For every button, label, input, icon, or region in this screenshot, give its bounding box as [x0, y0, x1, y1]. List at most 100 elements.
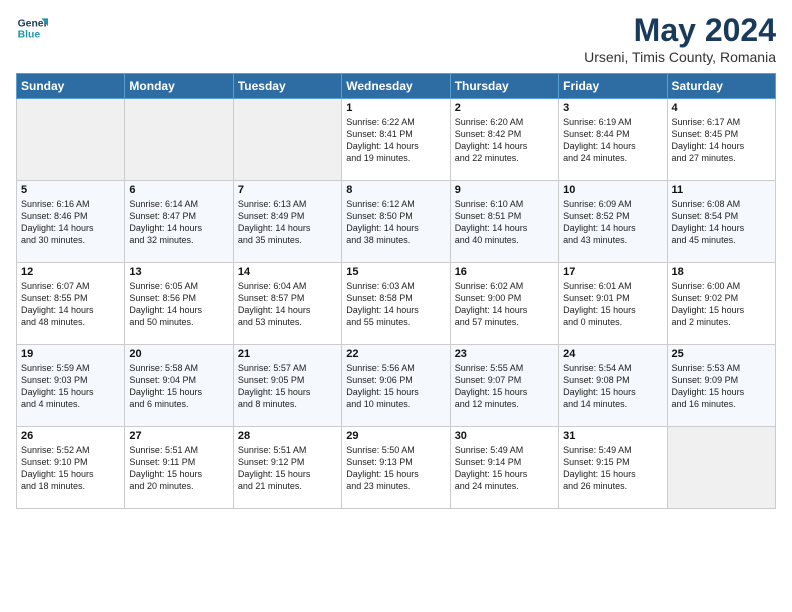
day-cell	[667, 427, 775, 509]
day-cell: 28 Sunrise: 5:51 AM Sunset: 9:12 PM Dayli…	[233, 427, 341, 509]
day-info: Sunrise: 6:12 AM Sunset: 8:50 PM Dayligh…	[346, 198, 445, 247]
day-number: 29	[346, 430, 445, 442]
day-info: Sunrise: 5:57 AM Sunset: 9:05 PM Dayligh…	[238, 362, 337, 411]
calendar-table: SundayMondayTuesdayWednesdayThursdayFrid…	[16, 73, 776, 509]
day-info: Sunrise: 5:49 AM Sunset: 9:14 PM Dayligh…	[455, 444, 554, 493]
col-header-tuesday: Tuesday	[233, 74, 341, 99]
day-number: 19	[21, 348, 120, 360]
day-cell: 6Sunrise: 6:14 AM Sunset: 8:47 PM Daylig…	[125, 181, 233, 263]
day-number: 22	[346, 348, 445, 360]
day-cell: 16 Sunrise: 6:02 AM Sunset: 9:00 PM Dayli…	[450, 263, 558, 345]
day-number: 11	[672, 184, 771, 196]
day-cell: 19Sunrise: 5:59 AM Sunset: 9:03 PM Dayli…	[17, 345, 125, 427]
day-cell: 24Sunrise: 5:54 AM Sunset: 9:08 PM Dayli…	[559, 345, 667, 427]
day-number: 1	[346, 102, 445, 114]
day-cell: 7Sunrise: 6:13 AM Sunset: 8:49 PM Daylig…	[233, 181, 341, 263]
day-cell: 25 Sunrise: 5:53 AM Sunset: 9:09 PM Dayli…	[667, 345, 775, 427]
day-number: 10	[563, 184, 662, 196]
day-number: 14	[238, 266, 337, 278]
day-cell: 23 Sunrise: 5:55 AM Sunset: 9:07 PM Dayli…	[450, 345, 558, 427]
day-info: Sunrise: 6:05 AM Sunset: 8:56 PM Dayligh…	[129, 280, 228, 329]
day-info: Sunrise: 6:09 AM Sunset: 8:52 PM Dayligh…	[563, 198, 662, 247]
day-cell: 9 Sunrise: 6:10 AM Sunset: 8:51 PM Daylig…	[450, 181, 558, 263]
day-number: 28	[238, 430, 337, 442]
day-number: 17	[563, 266, 662, 278]
day-number: 3	[563, 102, 662, 114]
col-header-saturday: Saturday	[667, 74, 775, 99]
day-cell: 12Sunrise: 6:07 AM Sunset: 8:55 PM Dayli…	[17, 263, 125, 345]
day-info: Sunrise: 6:00 AM Sunset: 9:02 PM Dayligh…	[672, 280, 771, 329]
day-info: Sunrise: 6:03 AM Sunset: 8:58 PM Dayligh…	[346, 280, 445, 329]
day-info: Sunrise: 6:08 AM Sunset: 8:54 PM Dayligh…	[672, 198, 771, 247]
day-info: Sunrise: 6:20 AM Sunset: 8:42 PM Dayligh…	[455, 116, 554, 165]
day-info: Sunrise: 6:01 AM Sunset: 9:01 PM Dayligh…	[563, 280, 662, 329]
day-cell: 30 Sunrise: 5:49 AM Sunset: 9:14 PM Dayli…	[450, 427, 558, 509]
day-info: Sunrise: 6:17 AM Sunset: 8:45 PM Dayligh…	[672, 116, 771, 165]
day-info: Sunrise: 5:53 AM Sunset: 9:09 PM Dayligh…	[672, 362, 771, 411]
day-cell: 1 Sunrise: 6:22 AM Sunset: 8:41 PM Daylig…	[342, 99, 450, 181]
day-cell: 8 Sunrise: 6:12 AM Sunset: 8:50 PM Daylig…	[342, 181, 450, 263]
location-subtitle: Urseni, Timis County, Romania	[584, 49, 776, 65]
day-number: 2	[455, 102, 554, 114]
day-cell: 31 Sunrise: 5:49 AM Sunset: 9:15 PM Dayli…	[559, 427, 667, 509]
day-info: Sunrise: 5:55 AM Sunset: 9:07 PM Dayligh…	[455, 362, 554, 411]
day-info: Sunrise: 6:14 AM Sunset: 8:47 PM Dayligh…	[129, 198, 228, 247]
day-info: Sunrise: 6:10 AM Sunset: 8:51 PM Dayligh…	[455, 198, 554, 247]
day-number: 26	[21, 430, 120, 442]
week-row-1: 1 Sunrise: 6:22 AM Sunset: 8:41 PM Daylig…	[17, 99, 776, 181]
week-row-5: 26Sunrise: 5:52 AM Sunset: 9:10 PM Dayli…	[17, 427, 776, 509]
logo-icon: General Blue	[16, 12, 48, 44]
header: General Blue May 2024 Urseni, Timis Coun…	[16, 12, 776, 65]
col-header-monday: Monday	[125, 74, 233, 99]
day-cell: 2 Sunrise: 6:20 AM Sunset: 8:42 PM Daylig…	[450, 99, 558, 181]
logo: General Blue	[16, 12, 48, 44]
day-info: Sunrise: 6:19 AM Sunset: 8:44 PM Dayligh…	[563, 116, 662, 165]
day-info: Sunrise: 6:22 AM Sunset: 8:41 PM Dayligh…	[346, 116, 445, 165]
day-cell: 4 Sunrise: 6:17 AM Sunset: 8:45 PM Daylig…	[667, 99, 775, 181]
day-cell: 10 Sunrise: 6:09 AM Sunset: 8:52 PM Dayli…	[559, 181, 667, 263]
day-number: 30	[455, 430, 554, 442]
day-number: 31	[563, 430, 662, 442]
day-cell: 5Sunrise: 6:16 AM Sunset: 8:46 PM Daylig…	[17, 181, 125, 263]
day-info: Sunrise: 5:56 AM Sunset: 9:06 PM Dayligh…	[346, 362, 445, 411]
day-number: 18	[672, 266, 771, 278]
day-cell: 15 Sunrise: 6:03 AM Sunset: 8:58 PM Dayli…	[342, 263, 450, 345]
day-info: Sunrise: 5:51 AM Sunset: 9:11 PM Dayligh…	[129, 444, 228, 493]
col-header-thursday: Thursday	[450, 74, 558, 99]
day-number: 23	[455, 348, 554, 360]
day-number: 16	[455, 266, 554, 278]
day-number: 15	[346, 266, 445, 278]
day-cell: 22 Sunrise: 5:56 AM Sunset: 9:06 PM Dayli…	[342, 345, 450, 427]
day-info: Sunrise: 6:02 AM Sunset: 9:00 PM Dayligh…	[455, 280, 554, 329]
week-row-4: 19Sunrise: 5:59 AM Sunset: 9:03 PM Dayli…	[17, 345, 776, 427]
day-info: Sunrise: 6:13 AM Sunset: 8:49 PM Dayligh…	[238, 198, 337, 247]
title-block: May 2024 Urseni, Timis County, Romania	[584, 12, 776, 65]
day-number: 25	[672, 348, 771, 360]
day-number: 4	[672, 102, 771, 114]
col-header-wednesday: Wednesday	[342, 74, 450, 99]
day-cell: 21Sunrise: 5:57 AM Sunset: 9:05 PM Dayli…	[233, 345, 341, 427]
col-header-friday: Friday	[559, 74, 667, 99]
svg-text:Blue: Blue	[18, 30, 41, 41]
day-number: 12	[21, 266, 120, 278]
col-header-sunday: Sunday	[17, 74, 125, 99]
day-info: Sunrise: 5:51 AM Sunset: 9:12 PM Dayligh…	[238, 444, 337, 493]
day-cell: 17 Sunrise: 6:01 AM Sunset: 9:01 PM Dayli…	[559, 263, 667, 345]
day-info: Sunrise: 6:04 AM Sunset: 8:57 PM Dayligh…	[238, 280, 337, 329]
day-cell: 18 Sunrise: 6:00 AM Sunset: 9:02 PM Dayli…	[667, 263, 775, 345]
day-cell: 20 Sunrise: 5:58 AM Sunset: 9:04 PM Dayli…	[125, 345, 233, 427]
day-cell: 29Sunrise: 5:50 AM Sunset: 9:13 PM Dayli…	[342, 427, 450, 509]
day-cell: 27 Sunrise: 5:51 AM Sunset: 9:11 PM Dayli…	[125, 427, 233, 509]
day-info: Sunrise: 5:49 AM Sunset: 9:15 PM Dayligh…	[563, 444, 662, 493]
day-number: 8	[346, 184, 445, 196]
day-cell	[233, 99, 341, 181]
day-number: 27	[129, 430, 228, 442]
day-cell: 26Sunrise: 5:52 AM Sunset: 9:10 PM Dayli…	[17, 427, 125, 509]
day-info: Sunrise: 6:16 AM Sunset: 8:46 PM Dayligh…	[21, 198, 120, 247]
day-number: 20	[129, 348, 228, 360]
day-cell: 13Sunrise: 6:05 AM Sunset: 8:56 PM Dayli…	[125, 263, 233, 345]
day-number: 9	[455, 184, 554, 196]
week-row-3: 12Sunrise: 6:07 AM Sunset: 8:55 PM Dayli…	[17, 263, 776, 345]
day-cell	[125, 99, 233, 181]
day-info: Sunrise: 5:58 AM Sunset: 9:04 PM Dayligh…	[129, 362, 228, 411]
